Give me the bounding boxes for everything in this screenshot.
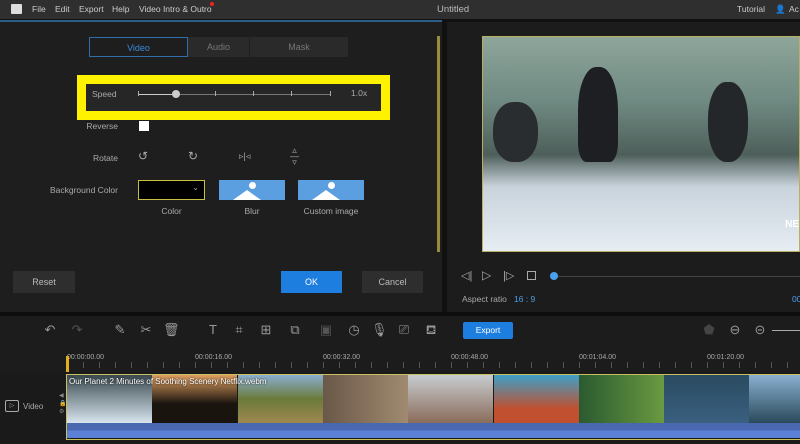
reverse-checkbox[interactable] (139, 121, 149, 131)
chevron-down-icon: ⌄ (192, 183, 199, 192)
reverse-label: Reverse (86, 121, 118, 131)
window-title: Untitled (437, 4, 470, 15)
menu-help[interactable]: Help (112, 4, 129, 14)
menu-video-intro-outro[interactable]: Video Intro & Outro (139, 4, 212, 14)
zoom-slider[interactable] (772, 330, 800, 331)
reset-button[interactable]: Reset (13, 271, 75, 293)
edit-panel (0, 22, 442, 312)
aspect-ratio-value[interactable]: 16 : 9 (514, 294, 535, 304)
playhead-handle[interactable] (550, 272, 558, 280)
delete-icon[interactable]: 🗑 (163, 322, 180, 338)
tab-mask[interactable]: Mask (249, 37, 348, 57)
account-icon[interactable]: 👤 (775, 4, 786, 15)
color-dropdown[interactable]: ⌄ (138, 180, 205, 200)
ruler-tick-label: 00:00:16.00 (195, 354, 232, 361)
speed-slider-handle[interactable] (172, 90, 180, 98)
speed-value: 1.0x (351, 88, 368, 98)
menu-file[interactable]: File (32, 4, 46, 14)
text-icon[interactable]: T (205, 322, 221, 338)
crop-icon[interactable]: ⌗ (231, 322, 247, 338)
color-option-label: Color (161, 206, 182, 216)
edit-icon[interactable]: ✎ (112, 322, 128, 338)
timeline-ruler (0, 348, 800, 372)
duration-icon[interactable]: ◷ (346, 322, 362, 338)
scrollbar[interactable] (437, 36, 440, 252)
microphone-icon[interactable]: 🎙 (371, 322, 388, 338)
stop-icon[interactable] (527, 271, 536, 280)
clip-selection-border[interactable] (66, 374, 800, 440)
flip-vertical-icon[interactable]: ▵ — ▿ (290, 146, 299, 167)
playhead-marker[interactable] (66, 356, 69, 372)
app-logo-icon (11, 4, 22, 14)
cut-icon[interactable]: ✂ (138, 322, 154, 338)
speed-slider-fill (138, 94, 176, 95)
fill-icon[interactable]: ⛾ (423, 322, 439, 338)
track-label: Video (23, 402, 44, 411)
record-screen-icon[interactable]: ⎚ (396, 322, 412, 338)
next-frame-icon[interactable]: |▷ (503, 269, 514, 282)
tutorial-link[interactable]: Tutorial (737, 4, 765, 14)
tab-audio[interactable]: Audio (188, 37, 249, 57)
undo-icon[interactable]: ↶ (42, 322, 58, 338)
play-icon[interactable]: ▷ (482, 268, 491, 282)
penguin-image (578, 67, 618, 162)
menu-edit[interactable]: Edit (55, 4, 70, 14)
netflix-watermark: NE (785, 219, 799, 230)
ruler-tick-label: 00:01:04.00 (579, 354, 616, 361)
ok-button[interactable]: OK (281, 271, 342, 293)
export-button[interactable]: Export (463, 322, 513, 339)
playback-slider[interactable] (554, 276, 800, 277)
speed-label: Speed (92, 89, 117, 99)
tab-video[interactable]: Video (89, 37, 188, 57)
zoom-out-icon[interactable]: ⊝ (752, 322, 768, 338)
cancel-button[interactable]: Cancel (362, 271, 423, 293)
rotate-label: Rotate (92, 153, 118, 163)
custom-image-option[interactable] (298, 180, 364, 200)
blur-option[interactable] (219, 180, 285, 200)
mosaic-icon[interactable]: ⧉ (287, 322, 303, 338)
rotate-right-icon[interactable]: ↻ (188, 149, 198, 163)
previous-frame-icon[interactable]: ◁| (461, 269, 472, 282)
menu-export[interactable]: Export (79, 4, 104, 14)
aspect-ratio-label: Aspect ratio (462, 294, 507, 304)
background-color-label: Background Color (49, 185, 118, 195)
ruler-tick-label: 00:00:32.00 (323, 354, 360, 361)
freeze-frame-icon[interactable]: ▣ (318, 322, 334, 338)
speed-row-highlight: Speed 1.0x (77, 75, 390, 120)
ruler-ticks (67, 362, 800, 368)
custom-image-label: Custom image (303, 206, 359, 216)
ruler-tick-label: 00:01:20.00 (707, 354, 744, 361)
rotate-left-icon[interactable]: ↺ (138, 149, 148, 163)
zoom-frame-icon[interactable]: ⊞ (258, 322, 274, 338)
ruler-tick-label: 00:00:00.00 (67, 354, 104, 361)
ruler-tick-label: 00:00:48.00 (451, 354, 488, 361)
blur-option-label: Blur (244, 206, 260, 216)
video-track-icon: ▷ (5, 400, 19, 412)
title-bar: File Edit Export Help Video Intro & Outr… (0, 0, 800, 19)
flip-horizontal-icon[interactable]: ▹|◃ (239, 151, 250, 162)
redo-icon[interactable]: ↷ (69, 322, 85, 338)
marker-icon[interactable]: ⬟ (701, 322, 717, 338)
account-label[interactable]: Ac (789, 4, 799, 14)
speed-slider[interactable] (138, 90, 331, 98)
video-preview[interactable]: NE (482, 36, 800, 252)
time-readout: 00 (792, 294, 800, 304)
fit-timeline-icon[interactable]: ⊖ (727, 322, 743, 338)
notification-dot (210, 2, 214, 6)
